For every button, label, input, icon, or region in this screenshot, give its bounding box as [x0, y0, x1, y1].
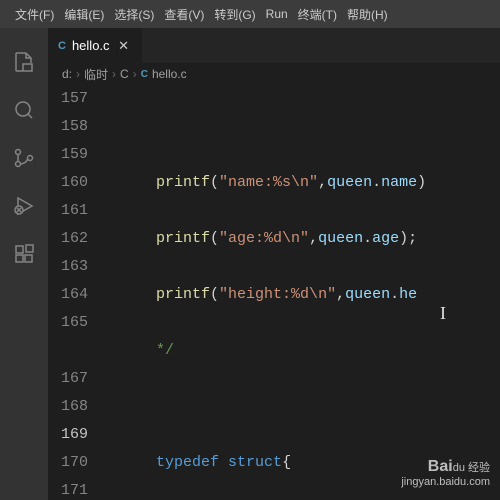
bc-part[interactable]: hello.c [152, 67, 187, 81]
menu-bar: 文件(F) 编辑(E) 选择(S) 查看(V) 转到(G) Run 终端(T) … [0, 0, 500, 28]
menu-terminal[interactable]: 终端(T) [293, 6, 342, 23]
c-file-icon: C [58, 40, 66, 52]
menu-selection[interactable]: 选择(S) [109, 6, 159, 23]
debug-icon[interactable] [0, 182, 48, 230]
tab-filename: hello.c [72, 38, 110, 53]
mouse-cursor-icon: I [440, 299, 446, 327]
bc-part[interactable]: C [120, 67, 129, 81]
code-content[interactable]: printf("name:%s\n",queen.name) printf("a… [106, 85, 500, 500]
line-numbers: 157 158 159 160 161 162 163 164 165 167 … [48, 85, 106, 500]
tab-bar: C hello.c ✕ [48, 28, 500, 63]
search-icon[interactable] [0, 86, 48, 134]
bc-part[interactable]: d: [62, 67, 72, 81]
menu-run[interactable]: Run [261, 7, 293, 21]
close-icon[interactable]: ✕ [116, 38, 132, 54]
menu-help[interactable]: 帮助(H) [342, 6, 393, 23]
source-control-icon[interactable] [0, 134, 48, 182]
menu-edit[interactable]: 编辑(E) [59, 6, 109, 23]
menu-go[interactable]: 转到(G) [209, 6, 260, 23]
chevron-right-icon: › [133, 67, 137, 81]
editor-area: C hello.c ✕ d: › 临时 › C › C hello.c 157 … [48, 28, 500, 500]
activity-bar [0, 28, 48, 500]
bc-part[interactable]: 临时 [84, 66, 108, 83]
chevron-right-icon: › [76, 67, 80, 81]
watermark: Baidu 经验 jingyan.baidu.com [401, 458, 490, 488]
breadcrumb[interactable]: d: › 临时 › C › C hello.c [48, 63, 500, 85]
tab-hello-c[interactable]: C hello.c ✕ [48, 28, 142, 63]
extensions-icon[interactable] [0, 230, 48, 278]
menu-view[interactable]: 查看(V) [159, 6, 209, 23]
code-editor[interactable]: 157 158 159 160 161 162 163 164 165 167 … [48, 85, 500, 500]
c-file-icon: C [141, 69, 148, 80]
explorer-icon[interactable] [0, 38, 48, 86]
chevron-right-icon: › [112, 67, 116, 81]
menu-file[interactable]: 文件(F) [10, 6, 59, 23]
